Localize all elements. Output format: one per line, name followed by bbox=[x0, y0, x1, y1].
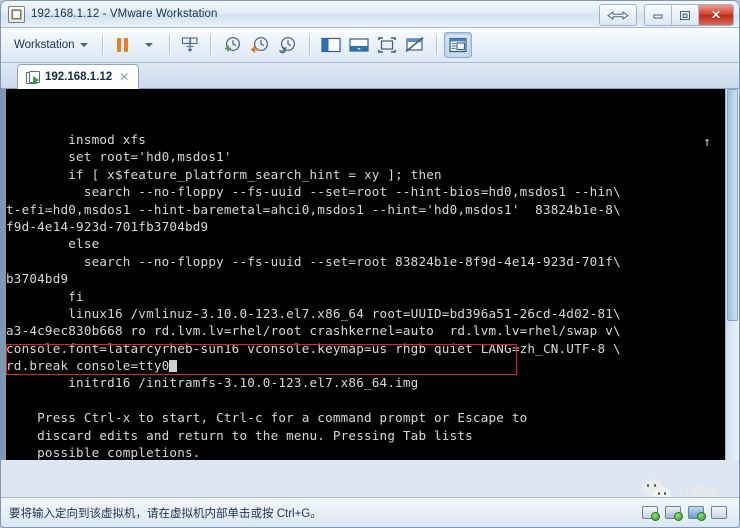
text-cursor bbox=[169, 360, 178, 373]
fullscreen-button[interactable] bbox=[373, 32, 401, 58]
show-left-pane-button[interactable] bbox=[317, 32, 345, 58]
clock-wrench-icon bbox=[278, 36, 295, 54]
toolbar-separator bbox=[308, 35, 310, 55]
console-line: linux16 /vmlinuz-3.10.0-123.el7.x86_64 r… bbox=[6, 305, 621, 321]
take-snapshot-button[interactable] bbox=[218, 32, 246, 58]
console-scrollbar[interactable] bbox=[725, 89, 739, 460]
unity-mode-icon bbox=[405, 36, 423, 53]
vm-tab[interactable]: 192.168.1.12 ✕ bbox=[17, 64, 140, 89]
vm-tab-label: 192.168.1.12 bbox=[45, 71, 113, 83]
console-line: f9d-4e14-923d-701fb3704bd9 bbox=[6, 218, 209, 234]
pause-icon bbox=[117, 38, 129, 52]
window-controls: ✕ bbox=[599, 4, 734, 26]
console-line: console.font=latarcyrheb-sun16 vconsole.… bbox=[6, 340, 621, 356]
restore-icon bbox=[680, 11, 690, 20]
main-toolbar: Workstation bbox=[1, 28, 739, 63]
console-view-icon bbox=[448, 37, 467, 52]
close-icon[interactable]: ✕ bbox=[118, 71, 130, 83]
vm-console-area: insmod xfs set root='hd0,msdos1' if [ x$… bbox=[1, 89, 739, 460]
title-bar: 192.168.1.12 - VMware Workstation ✕ bbox=[1, 1, 739, 28]
chevron-down-icon bbox=[144, 43, 153, 47]
status-device-icons bbox=[642, 506, 731, 521]
grub-edit-text: insmod xfs set root='hd0,msdos1' if [ x$… bbox=[6, 89, 725, 460]
fullscreen-icon bbox=[377, 37, 396, 53]
window-button-group: ✕ bbox=[644, 4, 734, 26]
console-line: search --no-floppy --fs-uuid --set=root … bbox=[6, 253, 621, 269]
console-line: Press Ctrl-x to start, Ctrl-c for a comm… bbox=[6, 410, 528, 426]
status-network-icon[interactable] bbox=[665, 506, 683, 521]
window-title: 192.168.1.12 - VMware Workstation bbox=[31, 8, 218, 20]
console-line: set root='hd0,msdos1' bbox=[6, 149, 232, 165]
console-line: fi bbox=[6, 288, 84, 304]
console-line: else bbox=[6, 236, 100, 252]
chevron-down-icon bbox=[79, 43, 88, 47]
resize-toggle-button[interactable] bbox=[599, 4, 637, 26]
power-dropdown-button[interactable] bbox=[136, 32, 162, 58]
minimize-button[interactable] bbox=[645, 5, 672, 25]
vm-console-screen[interactable]: insmod xfs set root='hd0,msdos1' if [ x$… bbox=[6, 89, 725, 460]
status-bar: 要将输入定向到该虚拟机，请在虚拟机内部单击或按 Ctrl+G。 bbox=[1, 497, 739, 527]
show-bottom-pane-button[interactable] bbox=[345, 32, 373, 58]
minimize-icon bbox=[653, 14, 663, 19]
workstation-menu-button[interactable]: Workstation bbox=[7, 36, 95, 54]
pause-vm-button[interactable] bbox=[110, 32, 136, 58]
toolbar-separator bbox=[168, 35, 170, 55]
toolbar-separator bbox=[435, 35, 437, 55]
restore-button[interactable] bbox=[672, 5, 699, 25]
vmware-workstation-window: 192.168.1.12 - VMware Workstation ✕ Work… bbox=[0, 0, 740, 528]
console-scrollbar-thumb[interactable] bbox=[727, 89, 738, 322]
console-line: t-efi=hd0,msdos1 --hint-baremetal=ahci0,… bbox=[6, 201, 621, 217]
console-line: initrd16 /initramfs-3.10.0-123.el7.x86_6… bbox=[6, 375, 419, 391]
console-line: if [ x$feature_platform_search_hint = xy… bbox=[6, 166, 442, 182]
bottom-pane-icon bbox=[348, 38, 369, 52]
console-line: possible completions. bbox=[6, 445, 201, 460]
revert-snapshot-button[interactable] bbox=[246, 32, 274, 58]
toolbar-separator bbox=[209, 35, 211, 55]
status-message: 要将输入定向到该虚拟机，请在虚拟机内部单击或按 Ctrl+G。 bbox=[9, 507, 322, 520]
snapshot-manager-icon bbox=[181, 37, 198, 53]
close-button[interactable]: ✕ bbox=[699, 5, 733, 25]
console-line: insmod xfs bbox=[6, 132, 147, 147]
clock-plus-icon bbox=[224, 36, 240, 52]
close-icon: ✕ bbox=[710, 8, 722, 22]
vmware-vm-icon bbox=[8, 5, 25, 23]
resize-arrow-icon bbox=[607, 10, 629, 20]
console-line: search --no-floppy --fs-uuid --set=root … bbox=[6, 184, 621, 200]
snapshot-settings-button[interactable] bbox=[274, 32, 302, 58]
console-line: b3704bd9 bbox=[6, 271, 69, 287]
status-sound-icon[interactable] bbox=[711, 506, 727, 519]
vm-tab-strip: 192.168.1.12 ✕ bbox=[1, 63, 739, 89]
scroll-up-indicator: ↑ bbox=[703, 135, 711, 150]
status-usb-icon[interactable] bbox=[688, 506, 706, 521]
toolbar-separator bbox=[101, 35, 103, 55]
vm-running-icon bbox=[26, 70, 40, 84]
unity-mode-button[interactable] bbox=[401, 32, 429, 58]
console-line: rd.break console=tty0 bbox=[6, 357, 725, 374]
clock-back-icon bbox=[250, 36, 268, 53]
left-pane-icon bbox=[320, 37, 341, 53]
console-line: discard edits and return to the menu. Pr… bbox=[6, 427, 473, 443]
manage-snapshots-button[interactable] bbox=[177, 32, 203, 58]
status-hard-disk-icon[interactable] bbox=[642, 506, 660, 521]
console-view-button[interactable] bbox=[443, 32, 472, 58]
console-line: a3-4c9ec830b668 ro rd.lvm.lv=rhel/root c… bbox=[6, 323, 621, 339]
workstation-menu-label: Workstation bbox=[14, 39, 75, 51]
